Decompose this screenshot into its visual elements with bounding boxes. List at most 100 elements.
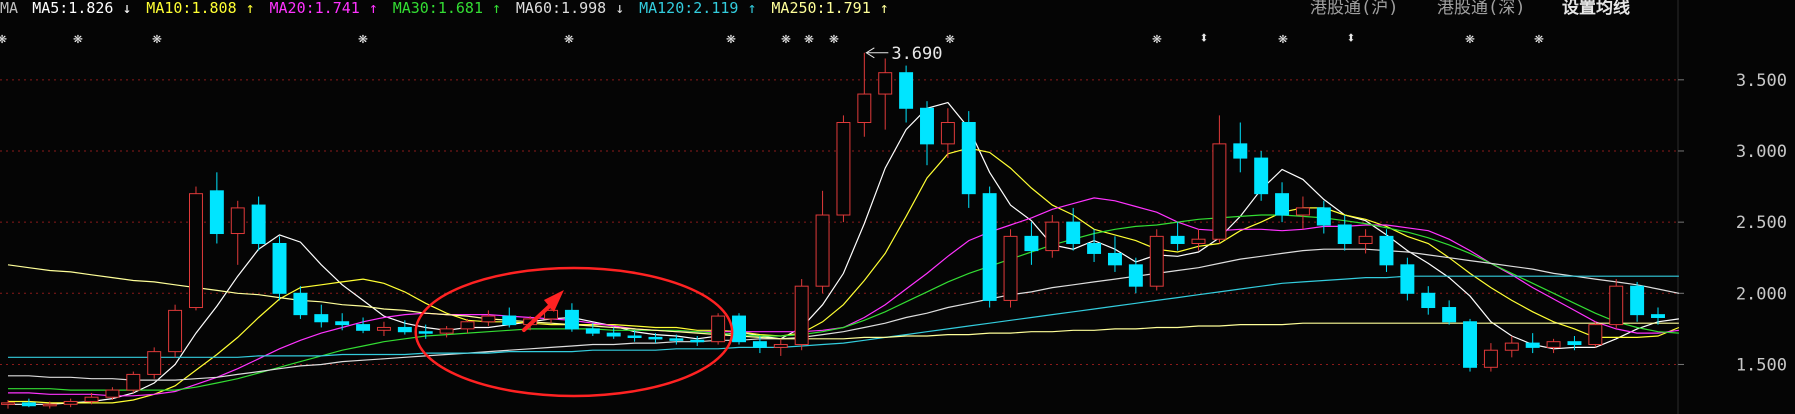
candle-body[interactable] — [1442, 307, 1457, 323]
candle-body[interactable] — [940, 122, 955, 145]
info-star-icon[interactable]: ❋ — [1465, 28, 1475, 47]
candle-body[interactable] — [961, 122, 976, 195]
candle-body[interactable] — [1170, 235, 1185, 244]
candle-body[interactable] — [1483, 349, 1498, 368]
candle-body[interactable] — [773, 344, 788, 348]
info-star-icon[interactable]: ❋ — [781, 28, 791, 47]
candle-body[interactable] — [815, 214, 830, 287]
ma-legend-ma10: MA10:1.808 ↑ — [146, 0, 254, 17]
candle-body[interactable] — [397, 326, 412, 333]
info-star-icon[interactable]: ❋ — [358, 28, 368, 47]
candle-body[interactable] — [1275, 193, 1290, 216]
candle-body[interactable] — [251, 204, 266, 244]
candle-body[interactable] — [1609, 285, 1624, 326]
candle-body[interactable] — [293, 292, 308, 316]
info-star-icon[interactable]: ❋ — [1152, 28, 1162, 47]
header-link-1[interactable]: 港股通(深) — [1437, 0, 1525, 18]
info-star-icon[interactable]: ❋ — [152, 28, 162, 47]
candle-body[interactable] — [460, 321, 475, 330]
candle-body[interactable] — [606, 332, 621, 337]
info-star-icon[interactable]: ❋ — [564, 28, 574, 47]
candle-body[interactable] — [1024, 235, 1039, 252]
candle-body[interactable] — [878, 72, 893, 95]
candle-body[interactable] — [439, 328, 454, 334]
candle-body[interactable] — [418, 331, 433, 334]
candle-body[interactable] — [1630, 285, 1645, 316]
candle-body[interactable] — [1546, 341, 1561, 348]
candle-body[interactable] — [1651, 314, 1665, 318]
header-link-2[interactable]: 设置均线 — [1562, 0, 1630, 18]
header-link-0[interactable]: 港股通(沪) — [1310, 0, 1398, 18]
candle-body[interactable] — [836, 122, 851, 216]
candle-body[interactable] — [1087, 242, 1102, 254]
info-star-icon[interactable]: ❋ — [829, 28, 839, 47]
candle-body[interactable] — [627, 335, 642, 338]
candle-body[interactable] — [189, 193, 203, 309]
updown-marker-icon[interactable]: ⬍ — [1199, 28, 1209, 47]
candle-body[interactable] — [1525, 342, 1540, 348]
candle-body[interactable] — [502, 315, 517, 326]
candlestick-chart-svg[interactable]: 3.500 3.000 2.500 2.000 1.500 MA MA5:1.826 ↓ MA… — [0, 0, 1795, 414]
candle-body[interactable] — [1567, 341, 1582, 346]
candle-body[interactable] — [481, 315, 496, 323]
candle-body[interactable] — [1128, 264, 1143, 287]
candle-body[interactable] — [648, 336, 663, 340]
candle-body[interactable] — [1107, 252, 1122, 266]
candle-body[interactable] — [1358, 235, 1373, 244]
candle-body[interactable] — [1149, 235, 1164, 287]
candle-body[interactable] — [1191, 238, 1206, 244]
candle-body[interactable] — [105, 389, 120, 398]
info-star-icon[interactable]: ❋ — [1278, 28, 1288, 47]
candle-body[interactable] — [1316, 207, 1331, 226]
candle-body[interactable] — [356, 324, 371, 331]
kline-chart[interactable]: 3.500 3.000 2.500 2.000 1.500 MA MA5:1.826 ↓ MA… — [0, 0, 1795, 414]
candle-body[interactable] — [168, 309, 183, 353]
candle-body[interactable] — [711, 315, 726, 343]
candle-body[interactable] — [1400, 264, 1415, 294]
info-star-icon[interactable]: ❋ — [804, 28, 814, 47]
candle-body[interactable] — [732, 315, 746, 343]
candle-body[interactable] — [63, 400, 78, 405]
candle-body[interactable] — [1337, 224, 1352, 244]
candle-body[interactable] — [1379, 235, 1394, 266]
candle-body[interactable] — [1295, 207, 1310, 216]
info-star-icon[interactable]: ❋ — [945, 28, 955, 47]
candle-body[interactable] — [1066, 221, 1081, 244]
candle-body[interactable] — [1045, 221, 1060, 252]
candle-body[interactable] — [564, 309, 579, 330]
candle-body[interactable] — [920, 107, 934, 145]
candle-body[interactable] — [1, 402, 15, 405]
candle-body[interactable] — [1233, 143, 1248, 159]
candle-body[interactable] — [794, 285, 809, 346]
candle-body[interactable] — [1588, 324, 1603, 346]
candle-body[interactable] — [982, 193, 997, 301]
candle-body[interactable] — [209, 190, 224, 235]
candle-body[interactable] — [752, 341, 767, 348]
candle-body[interactable] — [669, 338, 684, 341]
candle-body[interactable] — [1421, 292, 1436, 309]
candle-body[interactable] — [857, 93, 872, 124]
info-star-icon[interactable]: ❋ — [726, 28, 736, 47]
candle-body[interactable] — [21, 402, 36, 407]
candle-body[interactable] — [335, 321, 350, 326]
candle-body[interactable] — [899, 72, 914, 109]
candle-body[interactable] — [126, 373, 141, 391]
candle-body[interactable] — [690, 339, 705, 343]
candle-body[interactable] — [1254, 157, 1269, 195]
candle-body[interactable] — [1212, 143, 1227, 240]
info-star-icon[interactable]: ❋ — [73, 28, 83, 47]
candle-body[interactable] — [1463, 321, 1478, 368]
candle-body[interactable] — [42, 403, 57, 407]
info-star-icon[interactable]: ❋ — [0, 28, 7, 47]
updown-marker-icon[interactable]: ⬍ — [1346, 28, 1356, 47]
candle-body[interactable] — [1504, 342, 1519, 351]
candle-body[interactable] — [230, 207, 245, 235]
candle-body[interactable] — [314, 314, 329, 323]
candle-body[interactable] — [1003, 235, 1018, 301]
candle-body[interactable] — [147, 351, 162, 375]
candle-body[interactable] — [585, 328, 600, 334]
candle-body[interactable] — [84, 396, 99, 402]
info-star-icon[interactable]: ❋ — [1534, 28, 1544, 47]
candle-body[interactable] — [376, 326, 391, 331]
candle-body[interactable] — [272, 242, 287, 294]
